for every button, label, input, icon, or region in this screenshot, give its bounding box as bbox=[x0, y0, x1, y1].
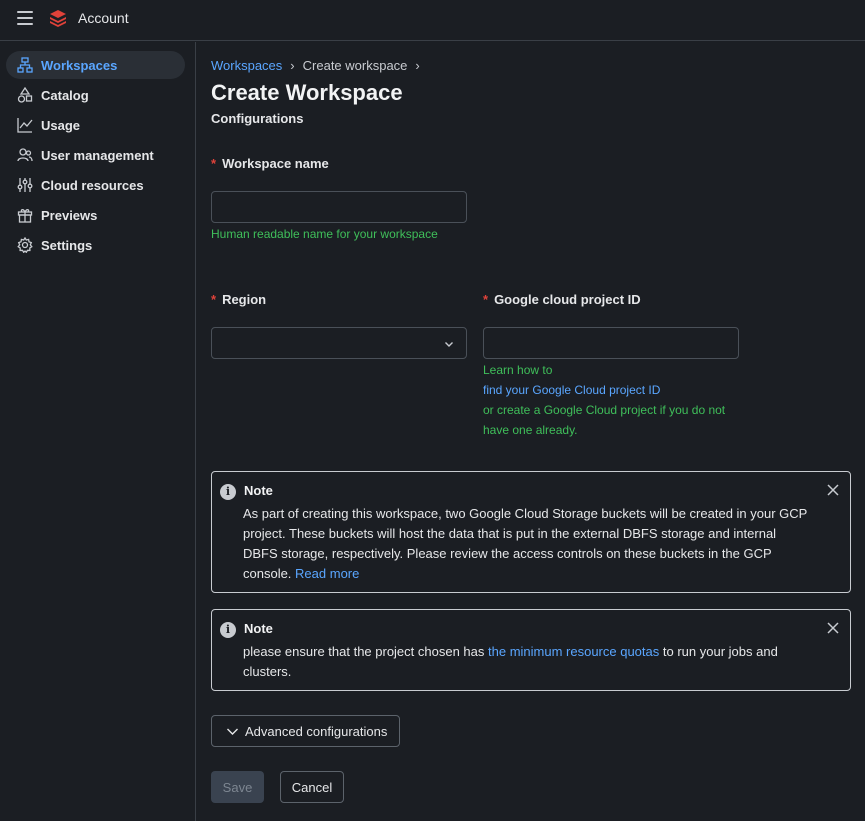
gift-icon bbox=[16, 206, 34, 224]
menu-icon[interactable] bbox=[17, 11, 33, 25]
find-project-id-link[interactable]: find your Google Cloud project ID bbox=[483, 380, 743, 400]
catalog-icon bbox=[16, 86, 34, 104]
top-bar: Account bbox=[0, 0, 865, 41]
read-more-link[interactable]: Read more bbox=[295, 566, 359, 581]
note-body: please ensure that the project chosen ha… bbox=[243, 642, 813, 682]
sidebar-item-label: Workspaces bbox=[41, 57, 118, 73]
storage-note: i Note As part of creating this workspac… bbox=[211, 471, 851, 593]
section-title: Configurations bbox=[211, 111, 304, 126]
app-title: Account bbox=[78, 10, 129, 26]
sidebar-item-settings[interactable]: Settings bbox=[6, 231, 185, 259]
breadcrumb-current: Create workspace bbox=[302, 58, 408, 73]
sidebar-item-label: Settings bbox=[41, 237, 93, 253]
sidebar: Workspaces Catalog Usage User management bbox=[0, 42, 196, 821]
chevron-down-icon bbox=[445, 342, 453, 347]
note-title: Note bbox=[244, 621, 273, 636]
save-button[interactable]: Save bbox=[211, 771, 264, 803]
gcp-project-label: * Google cloud project ID bbox=[483, 292, 641, 307]
required-marker: * bbox=[211, 292, 217, 307]
breadcrumb: Workspaces › Create workspace › bbox=[211, 58, 428, 73]
info-icon: i bbox=[220, 622, 236, 638]
required-marker: * bbox=[211, 156, 217, 171]
sliders-icon bbox=[16, 176, 34, 194]
close-icon[interactable] bbox=[826, 621, 840, 635]
required-marker: * bbox=[483, 292, 489, 307]
sidebar-item-label: User management bbox=[41, 147, 154, 163]
sidebar-item-label: Usage bbox=[41, 117, 81, 133]
note-text: please ensure that the project chosen ha… bbox=[243, 644, 485, 659]
region-label: * Region bbox=[211, 292, 266, 307]
sidebar-item-label: Previews bbox=[41, 207, 98, 223]
workspace-name-input[interactable] bbox=[211, 191, 467, 223]
gcp-help-line: have one already. bbox=[483, 423, 578, 437]
sidebar-item-label: Catalog bbox=[41, 87, 89, 103]
resource-quotas-link[interactable]: the minimum resource quotas bbox=[488, 644, 659, 659]
gcp-project-help: Learn how to find your Google Cloud proj… bbox=[483, 360, 743, 440]
info-icon: i bbox=[220, 484, 236, 500]
workspace-name-label-text: Workspace name bbox=[222, 156, 329, 171]
note-title: Note bbox=[244, 483, 273, 498]
workspaces-icon bbox=[16, 56, 34, 74]
gcp-help-line: or create a Google Cloud project if you … bbox=[483, 403, 726, 417]
chevron-down-icon bbox=[227, 728, 238, 735]
workspace-name-label: * Workspace name bbox=[211, 156, 329, 171]
sidebar-item-user-management[interactable]: User management bbox=[6, 141, 185, 169]
quota-note: i Note please ensure that the project ch… bbox=[211, 609, 851, 691]
gcp-project-id-input[interactable] bbox=[483, 327, 739, 359]
usage-chart-icon bbox=[16, 116, 34, 134]
note-body: As part of creating this workspace, two … bbox=[243, 504, 813, 584]
sidebar-item-workspaces[interactable]: Workspaces bbox=[6, 51, 185, 79]
cancel-button[interactable]: Cancel bbox=[280, 771, 344, 803]
gcp-help-line: Learn how to bbox=[483, 363, 553, 377]
gcp-project-label-text: Google cloud project ID bbox=[494, 292, 641, 307]
close-icon[interactable] bbox=[826, 483, 840, 497]
breadcrumb-separator: › bbox=[415, 58, 420, 73]
logo-icon bbox=[50, 10, 66, 27]
advanced-configurations-label: Advanced configurations bbox=[245, 723, 388, 739]
region-select[interactable] bbox=[211, 327, 467, 359]
sidebar-item-previews[interactable]: Previews bbox=[6, 201, 185, 229]
page-title: Create Workspace bbox=[211, 80, 403, 105]
sidebar-item-catalog[interactable]: Catalog bbox=[6, 81, 185, 109]
region-label-text: Region bbox=[222, 292, 267, 307]
gear-icon bbox=[16, 236, 34, 254]
breadcrumb-separator: › bbox=[290, 58, 295, 73]
sidebar-item-cloud-resources[interactable]: Cloud resources bbox=[6, 171, 185, 199]
breadcrumb-workspaces-link[interactable]: Workspaces bbox=[211, 58, 282, 73]
workspace-name-help: Human readable name for your workspace bbox=[211, 227, 438, 241]
advanced-configurations-toggle[interactable]: Advanced configurations bbox=[211, 715, 400, 747]
sidebar-item-label: Cloud resources bbox=[41, 177, 144, 193]
sidebar-item-usage[interactable]: Usage bbox=[6, 111, 185, 139]
users-icon bbox=[16, 146, 34, 164]
